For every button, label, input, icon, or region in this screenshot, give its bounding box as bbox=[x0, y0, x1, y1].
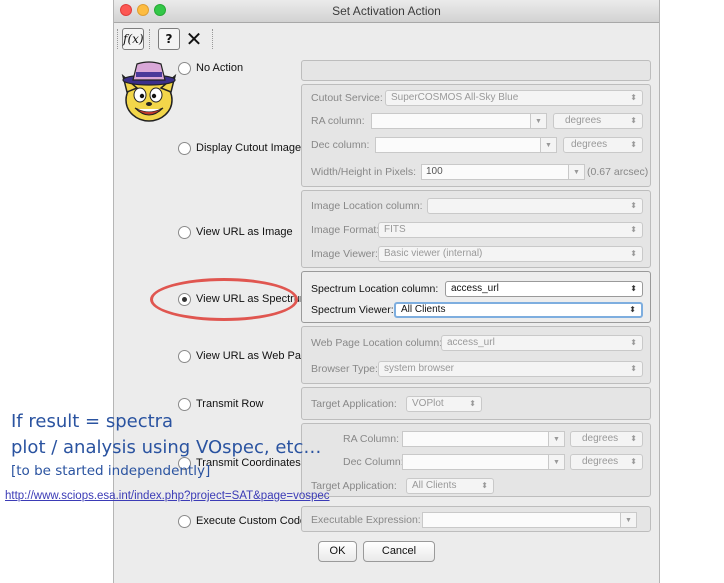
browser-type-select[interactable]: system browser ⬍ bbox=[378, 361, 643, 377]
radio-view-image[interactable] bbox=[178, 226, 191, 239]
transmit-row-panel: Target Application: VOPlot ⬍ bbox=[301, 387, 651, 420]
dec-units-select[interactable]: degrees ⬍ bbox=[563, 137, 643, 153]
coords-target-select[interactable]: All Clients ⬍ bbox=[406, 478, 494, 494]
annotation-line-2: plot / analysis using VOspec, etc… bbox=[11, 437, 322, 458]
label-transmit-row: Transmit Row bbox=[196, 398, 264, 410]
expression-input[interactable] bbox=[422, 512, 621, 528]
window-title: Set Activation Action bbox=[332, 4, 441, 18]
image-viewer-select[interactable]: Basic viewer (internal) ⬍ bbox=[378, 246, 643, 262]
coords-dec-label: Dec Column: bbox=[343, 456, 404, 468]
cutout-service-label: Cutout Service: bbox=[311, 92, 383, 104]
coords-dec-dropdown[interactable]: ▼ bbox=[549, 454, 565, 470]
coords-dec-units-select[interactable]: degrees ⬍ bbox=[570, 454, 643, 470]
image-format-label: Image Format: bbox=[311, 224, 380, 236]
radio-no-action[interactable] bbox=[178, 62, 191, 75]
ra-column-dropdown[interactable]: ▼ bbox=[531, 113, 547, 129]
size-arcsec-label: (0.67 arcsec) bbox=[587, 166, 649, 178]
label-view-image: View URL as Image bbox=[196, 226, 293, 238]
spectrum-location-label: Spectrum Location column: bbox=[311, 283, 439, 295]
expression-label: Executable Expression: bbox=[311, 514, 421, 526]
transmit-coords-panel: RA Column: ▼ degrees ⬍ Dec Column: ▼ degr… bbox=[301, 423, 651, 497]
coords-ra-dropdown[interactable]: ▼ bbox=[549, 431, 565, 447]
no-action-panel bbox=[301, 60, 651, 81]
ra-column-label: RA column: bbox=[311, 115, 365, 127]
size-pixels-dropdown[interactable]: ▼ bbox=[569, 164, 585, 180]
title-bar: Set Activation Action bbox=[114, 0, 659, 23]
annotation-line-1: If result = spectra bbox=[11, 411, 174, 432]
spectrum-location-select[interactable]: access_url ⬍ bbox=[445, 281, 643, 297]
cancel-button[interactable]: Cancel bbox=[363, 541, 435, 562]
size-pixels-label: Width/Height in Pixels: bbox=[311, 166, 417, 178]
cutout-panel: Cutout Service: SuperCOSMOS All-Sky Blue… bbox=[301, 84, 651, 187]
spectrum-panel: Spectrum Location column: access_url ⬍ Sp… bbox=[301, 271, 651, 323]
webpage-location-select[interactable]: access_url ⬍ bbox=[441, 335, 643, 351]
webpage-location-label: Web Page Location column: bbox=[311, 337, 443, 349]
size-pixels-input[interactable]: 100 bbox=[421, 164, 569, 180]
browser-type-label: Browser Type: bbox=[311, 363, 378, 375]
radio-execute-code[interactable] bbox=[178, 515, 191, 528]
spectrum-viewer-select[interactable]: All Clients ⬍ bbox=[394, 302, 643, 318]
label-execute-code: Execute Custom Code bbox=[196, 515, 307, 527]
close-icon[interactable]: ✕ bbox=[184, 28, 204, 50]
coords-dec-input[interactable] bbox=[402, 454, 549, 470]
coords-ra-input[interactable] bbox=[402, 431, 549, 447]
image-panel: Image Location column: ⬍ Image Format: F… bbox=[301, 190, 651, 268]
function-button[interactable]: f(x) bbox=[122, 28, 144, 50]
label-view-webpage: View URL as Web Page bbox=[196, 350, 314, 362]
image-format-select[interactable]: FITS ⬍ bbox=[378, 222, 643, 238]
dec-column-label: Dec column: bbox=[311, 139, 370, 151]
radio-view-webpage[interactable] bbox=[178, 350, 191, 363]
ra-column-input[interactable] bbox=[371, 113, 531, 129]
highlight-ellipse bbox=[150, 278, 298, 321]
toolbar: f(x) ? ✕ bbox=[114, 23, 659, 55]
label-display-cutout: Display Cutout Image bbox=[196, 142, 302, 154]
image-viewer-label: Image Viewer: bbox=[311, 248, 378, 260]
toolbar-grip bbox=[117, 29, 120, 49]
custom-code-panel: Executable Expression: ▼ bbox=[301, 506, 651, 532]
dec-column-dropdown[interactable]: ▼ bbox=[541, 137, 557, 153]
ra-units-select[interactable]: degrees ⬍ bbox=[553, 113, 643, 129]
image-location-select[interactable]: ⬍ bbox=[427, 198, 643, 214]
vospec-link[interactable]: http://www.sciops.esa.int/index.php?proj… bbox=[5, 490, 330, 502]
annotation-line-3: [to be started independently] bbox=[11, 463, 211, 479]
cutout-service-select[interactable]: SuperCOSMOS All-Sky Blue ⬍ bbox=[385, 90, 643, 106]
label-transmit-coords: Transmit Coordinates bbox=[196, 457, 301, 469]
ok-button[interactable]: OK bbox=[318, 541, 357, 562]
coords-ra-label: RA Column: bbox=[343, 433, 400, 445]
radio-transmit-row[interactable] bbox=[178, 398, 191, 411]
mascot-cat-icon bbox=[121, 61, 177, 122]
toolbar-separator bbox=[212, 29, 215, 49]
toolbar-separator bbox=[149, 29, 152, 49]
radio-display-cutout[interactable] bbox=[178, 142, 191, 155]
transmit-row-target-select[interactable]: VOPlot ⬍ bbox=[406, 396, 482, 412]
coords-ra-units-select[interactable]: degrees ⬍ bbox=[570, 431, 643, 447]
transmit-row-target-label: Target Application: bbox=[311, 398, 397, 410]
expression-dropdown[interactable]: ▼ bbox=[621, 512, 637, 528]
label-no-action: No Action bbox=[196, 62, 244, 74]
help-button[interactable]: ? bbox=[158, 28, 180, 50]
webpage-panel: Web Page Location column: access_url ⬍ Br… bbox=[301, 326, 651, 384]
spectrum-viewer-label: Spectrum Viewer: bbox=[311, 304, 394, 316]
image-location-label: Image Location column: bbox=[311, 200, 423, 212]
dec-column-input[interactable] bbox=[375, 137, 541, 153]
